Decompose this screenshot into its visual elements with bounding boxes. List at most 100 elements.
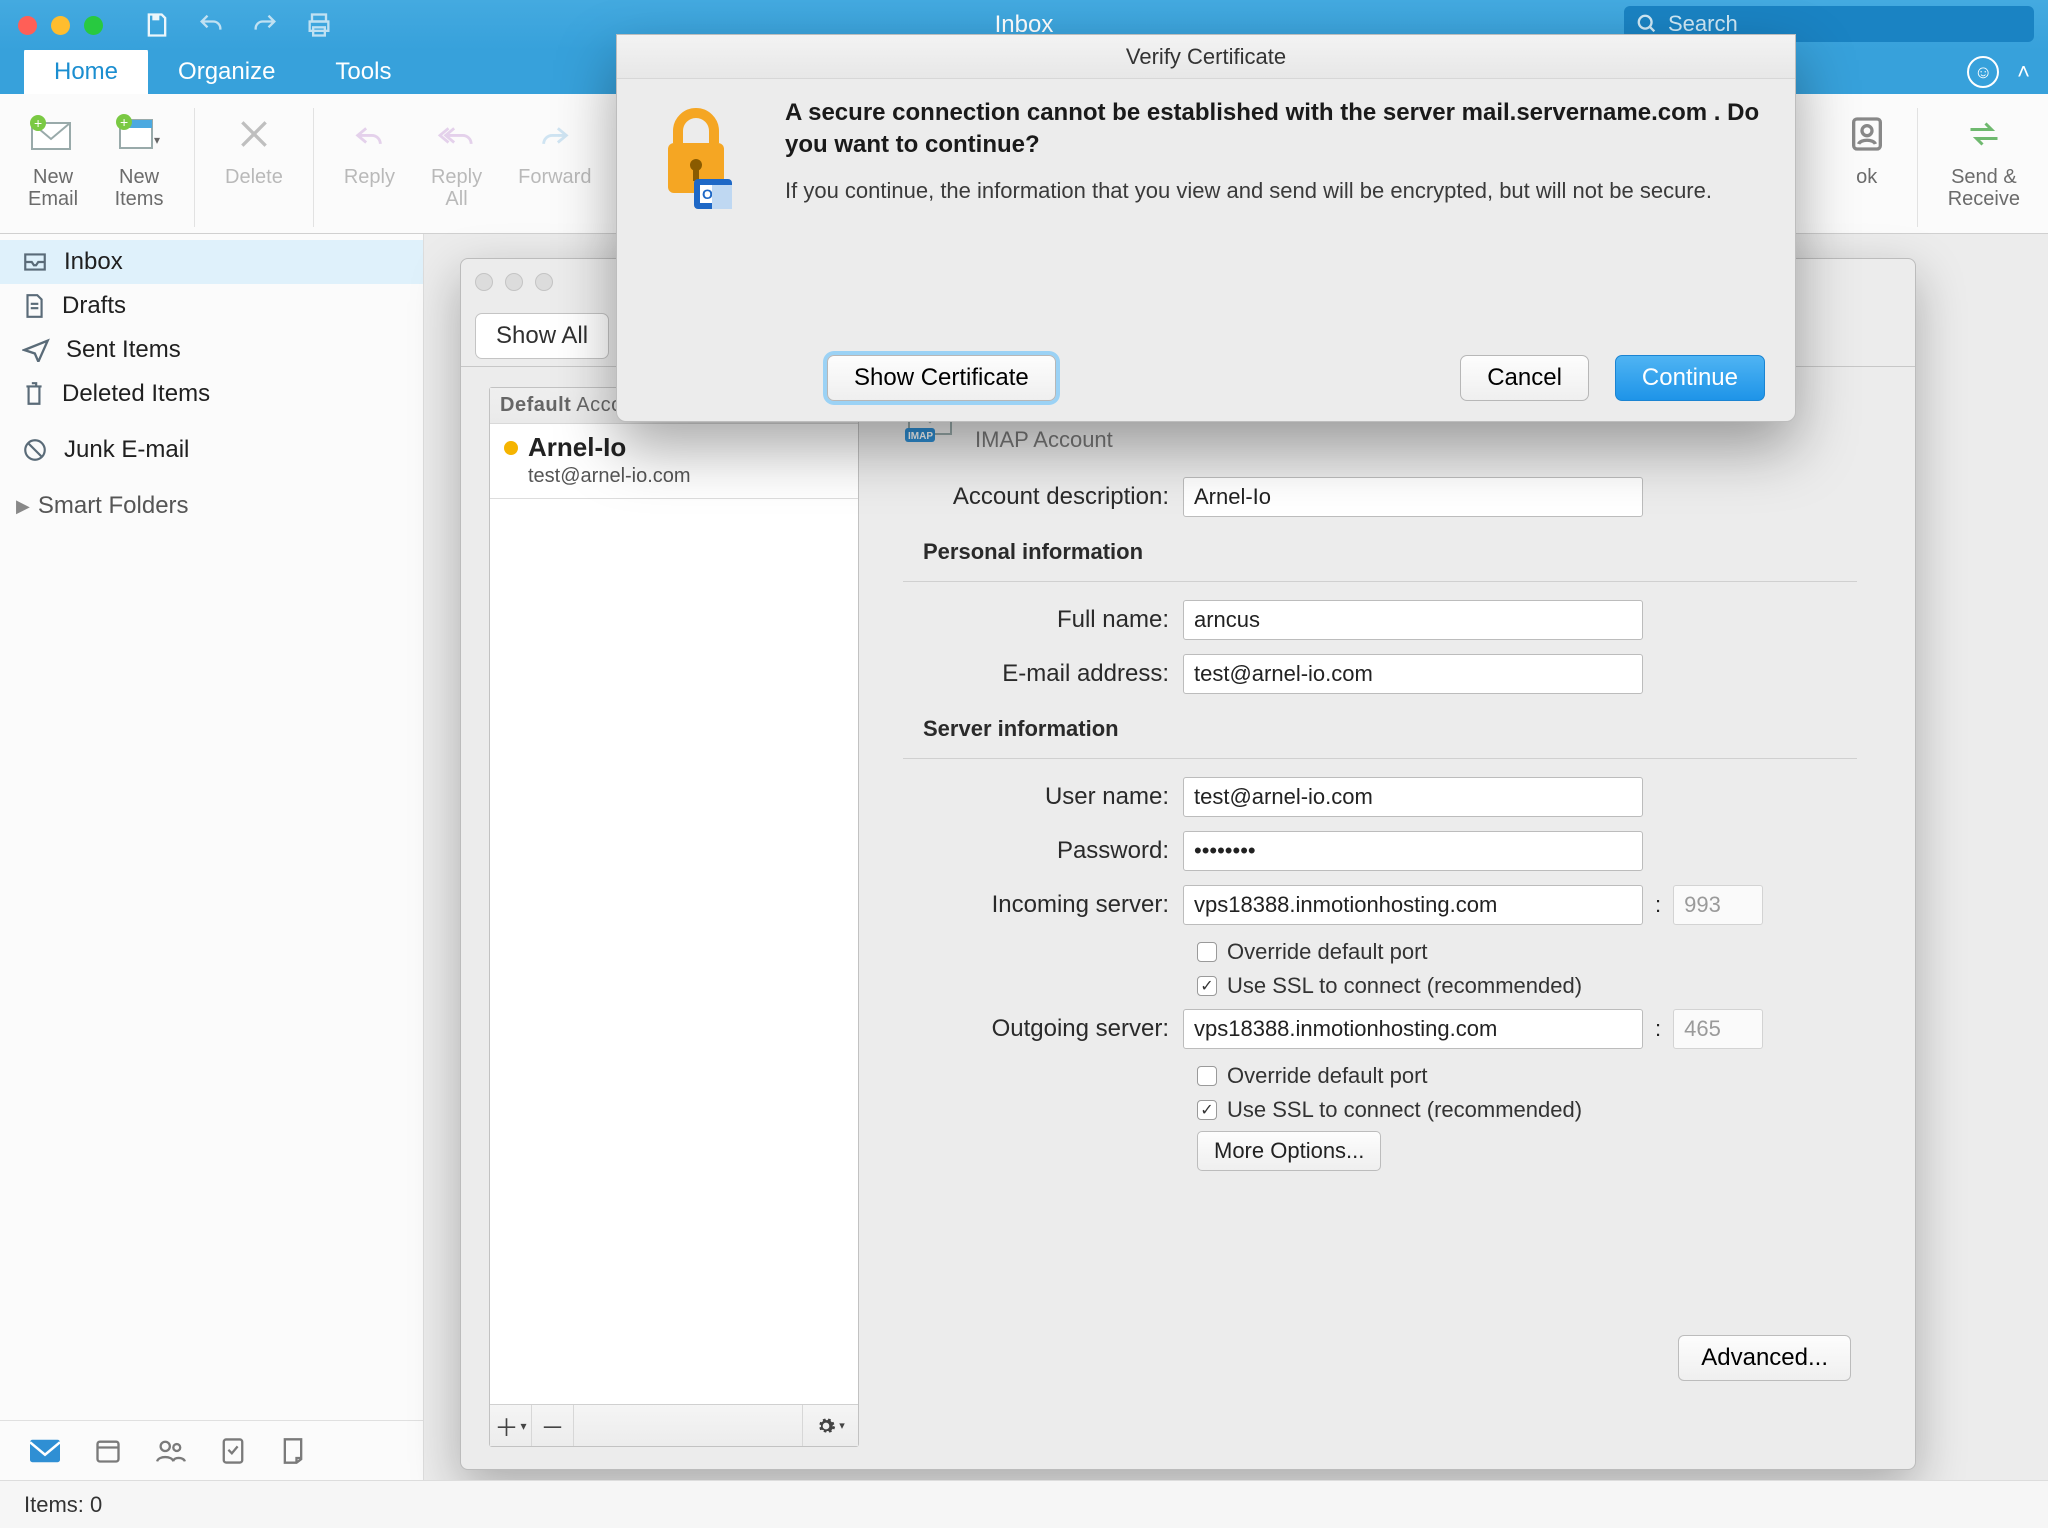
folder-label: Drafts (62, 292, 126, 320)
sent-icon (22, 338, 50, 362)
mail-nav-icon[interactable] (30, 1439, 60, 1463)
folder-junk[interactable]: Junk E-mail (0, 428, 423, 472)
checkbox-icon[interactable] (1197, 942, 1217, 962)
minimize-icon[interactable] (505, 273, 523, 291)
folder-sent[interactable]: Sent Items (0, 328, 423, 372)
show-certificate-button[interactable]: Show Certificate (827, 355, 1056, 401)
account-list-footer: ＋▾ － ▾ (490, 1404, 858, 1446)
delete-label: Delete (225, 166, 283, 188)
save-icon[interactable] (143, 11, 171, 39)
reply-all-icon (435, 117, 479, 151)
incoming-use-ssl[interactable]: Use SSL to connect (recommended) (1197, 973, 1857, 999)
reply-icon (349, 117, 389, 151)
new-email-button[interactable]: + New Email (18, 102, 88, 233)
svg-text:O: O (702, 186, 713, 202)
account-email: test@arnel-io.com (528, 465, 844, 488)
reply-button: Reply (334, 102, 405, 233)
folder-deleted[interactable]: Deleted Items (0, 372, 423, 416)
redo-icon[interactable] (251, 11, 279, 39)
collapse-ribbon-icon[interactable]: ˄ (2017, 59, 2030, 85)
tasks-nav-icon[interactable] (220, 1436, 246, 1466)
new-email-label: New Email (28, 166, 78, 210)
send-receive-icon (1962, 116, 2006, 152)
minimize-window-icon[interactable] (51, 16, 70, 35)
tab-tools[interactable]: Tools (305, 48, 421, 94)
account-actions-button[interactable]: ▾ (802, 1405, 858, 1446)
tab-home[interactable]: Home (24, 48, 148, 94)
new-items-button[interactable]: +▾ New Items (104, 102, 174, 233)
ribbon-divider (313, 108, 314, 227)
svg-text:+: + (34, 115, 42, 131)
password-input[interactable] (1183, 831, 1643, 871)
undo-icon[interactable] (197, 11, 225, 39)
forward-label: Forward (518, 166, 591, 188)
account-description-input[interactable] (1183, 477, 1643, 517)
continue-button[interactable]: Continue (1615, 355, 1765, 401)
close-icon[interactable] (475, 273, 493, 291)
add-account-button[interactable]: ＋▾ (490, 1405, 532, 1446)
outgoing-use-ssl[interactable]: Use SSL to connect (recommended) (1197, 1097, 1857, 1123)
checkbox-icon[interactable] (1197, 1066, 1217, 1086)
folder-label: Inbox (64, 248, 123, 276)
smiley-icon[interactable]: ☺ (1967, 56, 1999, 88)
section-server: Server information (923, 716, 1857, 742)
nav-switcher (0, 1420, 423, 1480)
outgoing-port-input (1673, 1009, 1763, 1049)
outgoing-override-port[interactable]: Override default port (1197, 1063, 1857, 1089)
trash-icon (22, 381, 46, 407)
label-incoming: Incoming server: (903, 891, 1183, 919)
item-count: Items: 0 (24, 1492, 102, 1518)
label-email: E-mail address: (903, 660, 1183, 688)
outgoing-server-input[interactable] (1183, 1009, 1643, 1049)
address-book-button[interactable]: ok (1837, 102, 1897, 233)
calendar-nav-icon[interactable] (94, 1437, 122, 1465)
more-options-button[interactable]: More Options... (1197, 1131, 1381, 1171)
folder-label: Deleted Items (62, 380, 210, 408)
send-receive-button[interactable]: Send & Receive (1938, 102, 2030, 233)
zoom-window-icon[interactable] (84, 16, 103, 35)
cancel-button[interactable]: Cancel (1460, 355, 1589, 401)
incoming-server-input[interactable] (1183, 885, 1643, 925)
username-input[interactable] (1183, 777, 1643, 817)
ribbon-divider (1917, 108, 1918, 227)
incoming-override-port[interactable]: Override default port (1197, 939, 1857, 965)
advanced-button[interactable]: Advanced... (1678, 1335, 1851, 1381)
people-nav-icon[interactable] (156, 1438, 186, 1464)
divider (903, 758, 1857, 759)
smart-folders[interactable]: ▶ Smart Folders (0, 472, 423, 540)
smart-folders-label: Smart Folders (38, 492, 189, 520)
email-input[interactable] (1183, 654, 1643, 694)
account-list: Default Account Arnel-Io test@arnel-io.c… (489, 387, 859, 1447)
checkbox-icon[interactable] (1197, 1100, 1217, 1120)
folder-drafts[interactable]: Drafts (0, 284, 423, 328)
search-icon (1636, 13, 1658, 35)
label-description: Account description: (903, 483, 1183, 511)
checkbox-icon[interactable] (1197, 976, 1217, 996)
svg-text:+: + (120, 114, 128, 130)
account-name: Arnel-Io (528, 432, 626, 463)
notes-nav-icon[interactable] (280, 1437, 306, 1465)
svg-text:▾: ▾ (154, 133, 160, 147)
dialog-heading: A secure connection cannot be establishe… (785, 97, 1767, 162)
tabstrip-right: ☺ ˄ (1967, 56, 2030, 88)
incoming-port-input (1673, 885, 1763, 925)
folder-label: Sent Items (66, 336, 181, 364)
show-all-button[interactable]: Show All (475, 313, 609, 359)
account-list-item[interactable]: Arnel-Io test@arnel-io.com (490, 424, 858, 499)
address-book-label: ok (1856, 166, 1877, 188)
inbox-icon (22, 251, 48, 273)
folder-inbox[interactable]: Inbox (0, 240, 423, 284)
forward-button: Forward (508, 102, 601, 233)
status-bar: Items: 0 (0, 1480, 2048, 1528)
junk-icon (22, 437, 48, 463)
print-icon[interactable] (305, 11, 333, 39)
remove-account-button[interactable]: － (532, 1405, 574, 1446)
accounts-window: Show All Default Account Arnel-Io test@a… (460, 258, 1916, 1470)
svg-text:IMAP: IMAP (908, 431, 933, 442)
reply-label: Reply (344, 166, 395, 188)
close-window-icon[interactable] (18, 16, 37, 35)
fullname-input[interactable] (1183, 600, 1643, 640)
tab-organize[interactable]: Organize (148, 48, 305, 94)
zoom-icon[interactable] (535, 273, 553, 291)
dialog-body: If you continue, the information that yo… (785, 176, 1767, 206)
